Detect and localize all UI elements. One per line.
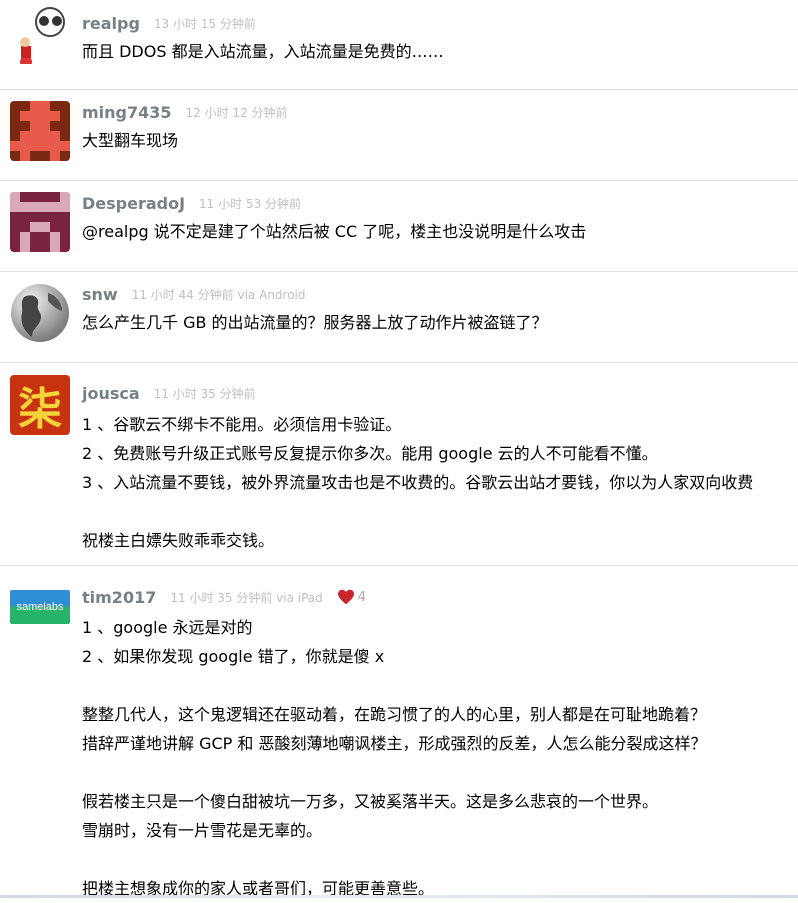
reply-line: 1 、google 永远是对的 <box>82 613 798 642</box>
reply-time: 12 小时 12 分钟前 <box>186 104 288 121</box>
username[interactable]: tim2017 <box>82 588 156 607</box>
reply-line: 假若楼主只是一个傻白甜被坑一万多，又被奚落半天。这是多么悲哀的一个世界。 <box>82 787 798 816</box>
reply-line <box>82 671 798 700</box>
reply-line: @realpg 说不定是建了个站然后被 CC 了呢，楼主也没说明是什么攻击 <box>82 217 798 246</box>
reply-time: 13 小时 15 分钟前 <box>154 15 256 32</box>
reply-item: ming7435 12 小时 12 分钟前 大型翻车现场 <box>0 90 798 181</box>
username[interactable]: DesperadoJ <box>82 194 185 213</box>
reply-item: DesperadoJ 11 小时 53 分钟前 @realpg 说不定是建了个站… <box>0 181 798 272</box>
chinese-character-avatar[interactable]: 柒 <box>10 375 70 435</box>
reply-line: 措辞严谨地讲解 GCP 和 恶酸刻薄地嘲讽楼主，形成强烈的反差，人怎么能分裂成这… <box>82 729 798 758</box>
reply-line: 而且 DDOS 都是入站流量，入站流量是免费的…… <box>82 37 798 66</box>
reply-content: @realpg 说不定是建了个站然后被 CC 了呢，楼主也没说明是什么攻击 <box>82 217 798 246</box>
reply-item: snw 11 小时 44 分钟前 via Android 怎么产生几千 GB 的… <box>0 272 798 363</box>
username[interactable]: jousca <box>82 384 140 403</box>
reply-line: 把楼主想象成你的家人或者哥们，可能更善意些。 <box>82 874 798 903</box>
heart-icon <box>337 589 355 605</box>
reply-content: 大型翻车现场 <box>82 126 798 155</box>
reply-line <box>82 845 798 874</box>
username[interactable]: realpg <box>82 14 140 33</box>
thanks-count: 4 <box>358 590 366 605</box>
reply-line: 3 、入站流量不要钱，被外界流量攻击也是不收费的。谷歌云出站才要钱，你以为人家双… <box>82 468 798 497</box>
thanks-indicator[interactable]: 4 <box>337 589 366 605</box>
cartoon-rider-avatar[interactable] <box>10 4 70 64</box>
reply-line: 2 、免费账号升级正式账号反复提示你多次。能用 google 云的人不可能看不懂… <box>82 439 798 468</box>
reply-list: realpg 13 小时 15 分钟前 而且 DDOS 都是入站流量，入站流量是… <box>0 0 798 898</box>
reply-line: 整整几代人，这个鬼逻辑还在驱动着，在跪习惯了的人的心里，别人都是在可耻地跪着？ <box>82 700 798 729</box>
reply-line: 雪崩时，没有一片雪花是无辜的。 <box>82 816 798 845</box>
pixel-identicon-maroon[interactable] <box>10 192 70 252</box>
reply-item: samelabs tim2017 11 小时 35 分钟前 via iPad 4… <box>0 566 798 898</box>
reply-content: 1 、谷歌云不绑卡不能用。必须信用卡验证。2 、免费账号升级正式账号反复提示你多… <box>82 410 798 555</box>
reply-time: 11 小时 44 分钟前 via Android <box>132 286 306 303</box>
reply-item: realpg 13 小时 15 分钟前 而且 DDOS 都是入站流量，入站流量是… <box>0 0 798 90</box>
reply-line: 2 、如果你发现 google 错了，你就是傻 x <box>82 642 798 671</box>
username[interactable]: ming7435 <box>82 103 172 122</box>
reply-content: 怎么产生几千 GB 的出站流量的？服务器上放了动作片被盗链了？ <box>82 308 798 337</box>
reply-line <box>82 758 798 787</box>
reply-line: 1 、谷歌云不绑卡不能用。必须信用卡验证。 <box>82 410 798 439</box>
reply-line: 怎么产生几千 GB 的出站流量的？服务器上放了动作片被盗链了？ <box>82 308 798 337</box>
reply-item: 柒 jousca 11 小时 35 分钟前 1 、谷歌云不绑卡不能用。必须信用卡… <box>0 363 798 566</box>
samelabs-logo-avatar[interactable]: samelabs <box>10 590 70 624</box>
reply-time: 11 小时 35 分钟前 <box>154 385 256 402</box>
reply-line: 大型翻车现场 <box>82 126 798 155</box>
pixel-identicon-red[interactable] <box>10 101 70 161</box>
globe-avatar[interactable] <box>10 283 70 343</box>
reply-time: 11 小时 53 分钟前 <box>199 195 301 212</box>
avatar-character: 柒 <box>18 375 62 435</box>
reply-line: 祝楼主白嫖失败乖乖交钱。 <box>82 526 798 555</box>
reply-time: 11 小时 35 分钟前 via iPad <box>170 589 322 606</box>
reply-line <box>82 497 798 526</box>
reply-content: 1 、google 永远是对的2 、如果你发现 google 错了，你就是傻 x… <box>82 613 798 903</box>
username[interactable]: snw <box>82 285 118 304</box>
avatar-logo-text: samelabs <box>16 601 63 613</box>
reply-content: 而且 DDOS 都是入站流量，入站流量是免费的…… <box>82 37 798 66</box>
